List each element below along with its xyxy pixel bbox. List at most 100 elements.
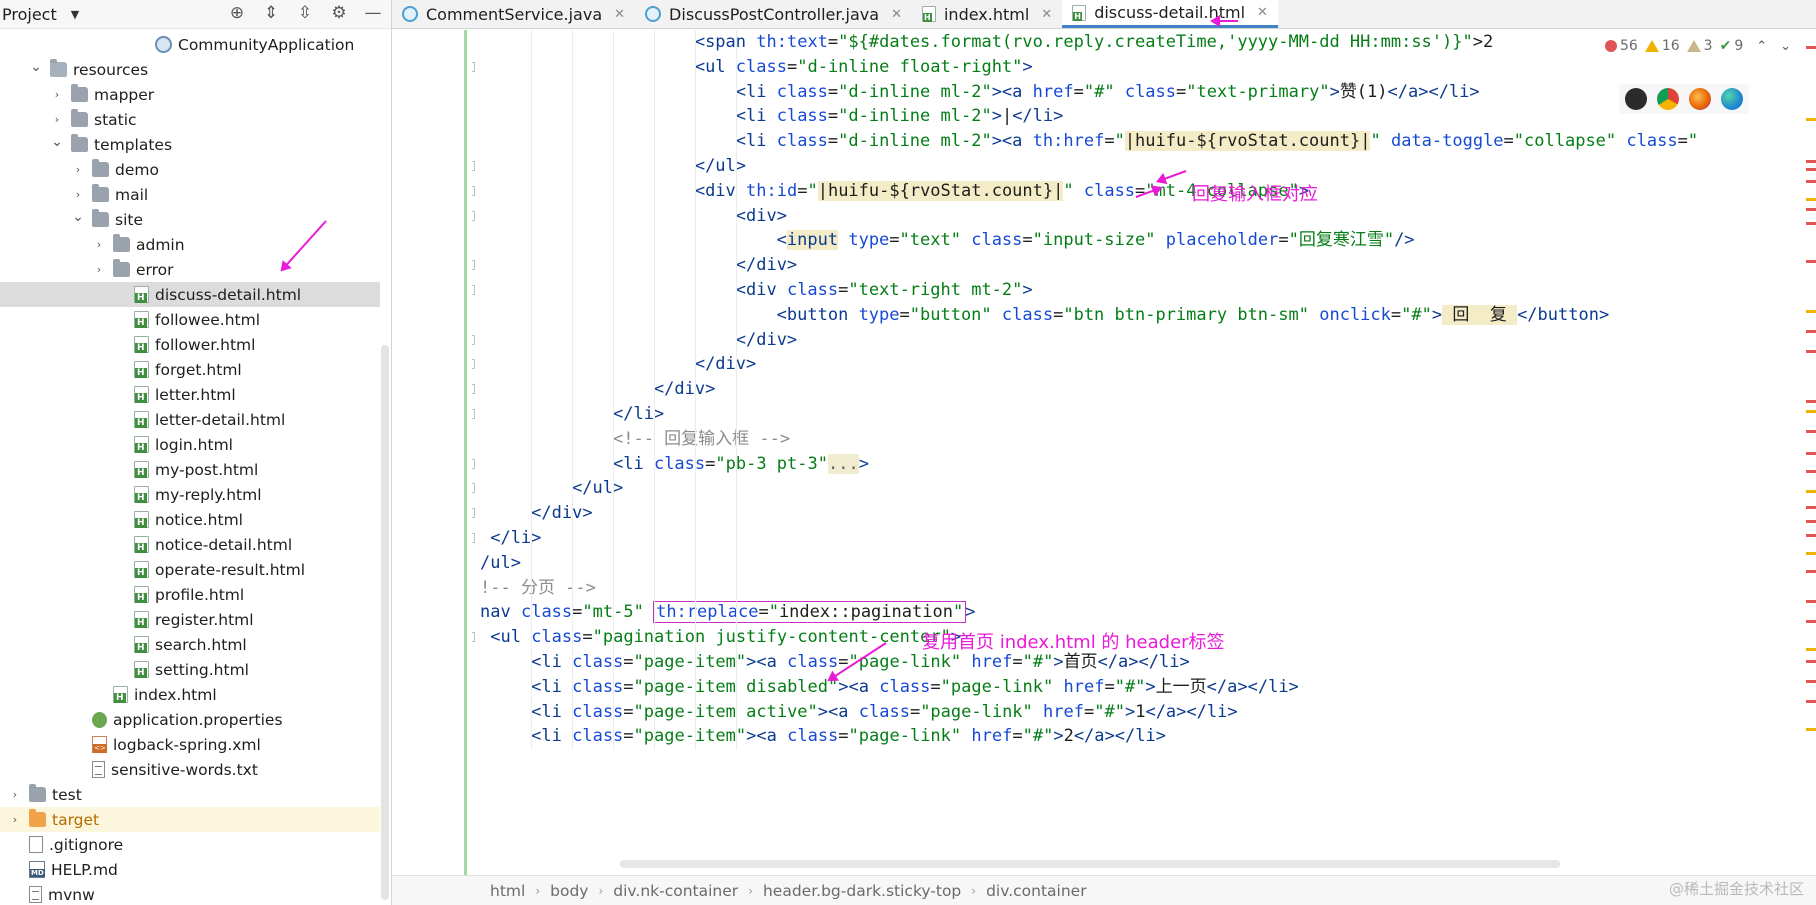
weak-warning-count[interactable]: 3 [1686, 38, 1713, 54]
fold-marker-icon[interactable] [472, 260, 475, 271]
editor-tab[interactable]: discuss-detail.html✕ [1062, 0, 1278, 28]
tree-item[interactable]: › error [0, 257, 380, 282]
chevron-right-icon[interactable]: › [92, 238, 106, 251]
chevron-down-icon[interactable]: ⌄ [29, 59, 43, 75]
error-marker[interactable] [1806, 180, 1816, 183]
error-marker[interactable] [1806, 208, 1816, 211]
error-marker[interactable] [1806, 310, 1816, 313]
tree-item[interactable]: ›forget.html [0, 357, 380, 382]
tree-item[interactable]: › mail [0, 182, 380, 207]
tree-item[interactable]: › demo [0, 157, 380, 182]
inspection-widget[interactable]: 56 16 3 ✔ 9 ⌃ ⌄ [1605, 38, 1791, 54]
tree-item[interactable]: › admin [0, 232, 380, 257]
error-count[interactable]: 56 [1605, 38, 1638, 54]
fold-marker-icon[interactable] [472, 334, 475, 345]
error-marker[interactable] [1806, 660, 1816, 663]
tree-item[interactable]: ›setting.html [0, 657, 380, 682]
editor-tab[interactable]: index.html ✕ [912, 0, 1062, 28]
close-icon[interactable]: ✕ [1041, 7, 1052, 22]
chevron-right-icon[interactable]: › [92, 263, 106, 276]
chevron-down-icon[interactable]: ⌄ [1780, 39, 1791, 54]
error-marker[interactable] [1806, 118, 1816, 121]
chevron-right-icon[interactable]: › [71, 188, 85, 201]
close-icon[interactable]: ✕ [1257, 5, 1268, 20]
tree-item[interactable]: ›index.html [0, 682, 380, 707]
error-marker[interactable] [1806, 452, 1816, 455]
error-marker[interactable] [1806, 680, 1816, 683]
tree-item[interactable]: ›follower.html [0, 332, 380, 357]
tree-item[interactable]: ›application.properties [0, 707, 380, 732]
project-scrollbar[interactable] [381, 345, 389, 900]
editor-tab[interactable]: CommentService.java ✕ [392, 0, 635, 28]
error-marker[interactable] [1806, 350, 1816, 353]
tree-item[interactable]: ›register.html [0, 607, 380, 632]
chevron-right-icon[interactable]: › [50, 113, 64, 126]
tree-item[interactable]: ›notice-detail.html [0, 532, 380, 557]
fold-marker-icon[interactable] [472, 210, 475, 221]
tree-item[interactable]: ›.gitignore [0, 832, 380, 857]
fold-marker-icon[interactable] [472, 285, 475, 295]
tree-item[interactable]: ›mvnw [0, 882, 380, 905]
chevron-down-icon[interactable]: ⌄ [50, 134, 64, 150]
tree-item[interactable]: ›sensitive-words.txt [0, 757, 380, 782]
edge-icon[interactable] [1721, 88, 1743, 110]
fold-marker-icon[interactable] [472, 632, 475, 643]
error-marker[interactable] [1806, 534, 1816, 537]
fold-marker-icon[interactable] [472, 384, 475, 395]
error-marker[interactable] [1806, 490, 1816, 493]
error-marker[interactable] [1806, 400, 1816, 403]
fold-marker-icon[interactable] [472, 161, 475, 171]
error-marker[interactable] [1806, 222, 1816, 225]
error-marker[interactable] [1806, 46, 1816, 49]
error-marker[interactable] [1806, 160, 1816, 163]
error-marker[interactable] [1806, 168, 1816, 171]
error-marker[interactable] [1806, 198, 1816, 201]
fold-marker-icon[interactable] [472, 533, 475, 543]
tree-item[interactable]: ›CommunityApplication [0, 32, 380, 57]
typo-count[interactable]: ✔ 9 [1720, 38, 1744, 54]
tree-item[interactable]: ›my-reply.html [0, 482, 380, 507]
editor-tab[interactable]: DiscussPostController.java ✕ [635, 0, 912, 28]
error-marker[interactable] [1806, 260, 1816, 263]
firefox-icon[interactable] [1689, 88, 1711, 110]
tree-item[interactable]: ›logback-spring.xml [0, 732, 380, 757]
breadcrumb-item[interactable]: html [490, 882, 525, 900]
tree-item[interactable]: › test [0, 782, 380, 807]
error-marker[interactable] [1806, 506, 1816, 509]
tree-item[interactable]: ⌄ site [0, 207, 380, 232]
tree-item[interactable]: › target [0, 807, 380, 832]
breadcrumb-item[interactable]: body [550, 882, 588, 900]
fold-marker-icon[interactable] [472, 359, 475, 370]
error-marker[interactable] [1806, 570, 1816, 573]
fold-marker-icon[interactable] [472, 508, 475, 519]
error-marker[interactable] [1806, 728, 1816, 731]
close-icon[interactable]: ✕ [614, 7, 625, 22]
fold-marker-icon[interactable] [472, 409, 475, 419]
collapse-all-icon[interactable]: ⇳ [295, 3, 315, 23]
chevron-down-icon[interactable]: ⌄ [71, 209, 85, 225]
error-marker[interactable] [1806, 552, 1816, 555]
tree-item[interactable]: ⌄ templates [0, 132, 380, 157]
chevron-right-icon[interactable]: › [50, 88, 64, 101]
fold-marker-icon[interactable] [472, 61, 475, 72]
tree-item[interactable]: ›followee.html [0, 307, 380, 332]
chevron-right-icon[interactable]: › [8, 813, 22, 826]
project-title[interactable]: Project [2, 5, 57, 24]
breadcrumb-item[interactable]: header.bg-dark.sticky-top [763, 882, 961, 900]
locate-icon[interactable]: ⊕ [227, 3, 247, 23]
tree-item[interactable]: ⌄ resources [0, 57, 380, 82]
fold-marker-icon[interactable] [472, 483, 475, 494]
fold-marker-icon[interactable] [472, 185, 475, 196]
tree-item[interactable]: ›my-post.html [0, 457, 380, 482]
chevron-down-icon[interactable]: ▼ [71, 8, 79, 21]
horizontal-scrollbar[interactable] [620, 860, 1560, 868]
tree-item[interactable]: ›letter-detail.html [0, 407, 380, 432]
error-marker[interactable] [1806, 700, 1816, 703]
minimize-icon[interactable]: — [363, 3, 383, 23]
chevron-right-icon[interactable]: › [8, 788, 22, 801]
breadcrumb-item[interactable]: div.nk-container [613, 882, 738, 900]
error-marker[interactable] [1806, 430, 1816, 433]
error-marker[interactable] [1806, 648, 1816, 651]
chevron-right-icon[interactable]: › [71, 163, 85, 176]
gear-icon[interactable]: ⚙ [329, 3, 349, 23]
